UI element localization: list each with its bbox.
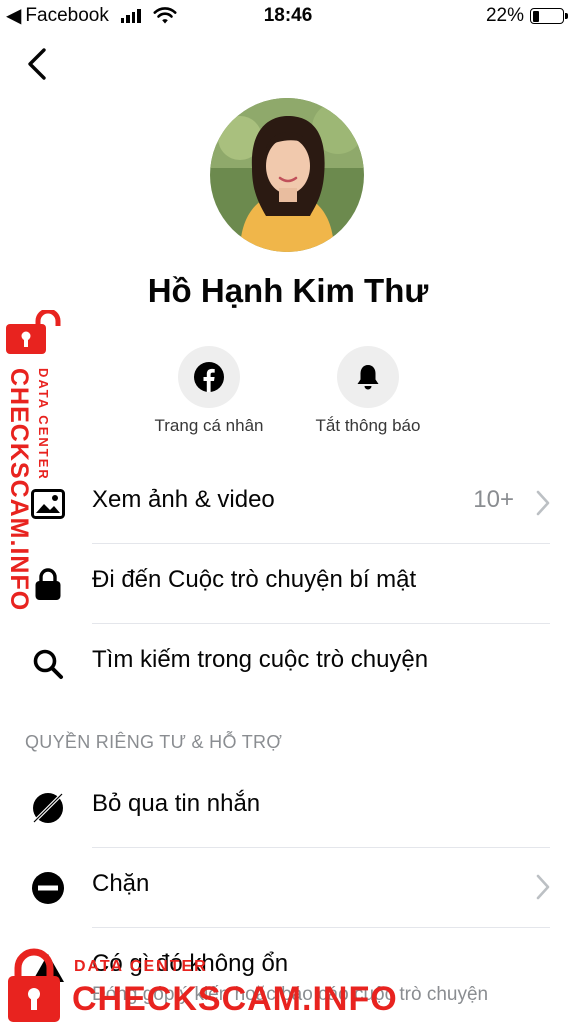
chevron-left-icon (28, 48, 46, 80)
facebook-icon (194, 362, 224, 392)
bell-icon (357, 365, 379, 390)
search-icon (30, 646, 66, 682)
watermark-lock-icon (8, 948, 60, 1022)
watermark-bottom-tagline: DATA CENTER (74, 958, 208, 975)
battery-icon (530, 8, 568, 24)
mute-notifications-label: Tắt thông báo (315, 416, 421, 435)
ignore-messages-row[interactable]: Bỏ qua tin nhắn (0, 768, 576, 848)
ignore-messages-label: Bỏ qua tin nhắn (92, 790, 261, 817)
watermark-bottom-brand: CHECKSCAM.INFO (72, 980, 398, 1018)
block-label: Chặn (92, 870, 150, 897)
block-icon (30, 870, 66, 906)
avatar[interactable] (210, 98, 364, 252)
mute-notifications-circle (337, 346, 399, 408)
search-conversation-label: Tìm kiếm trong cuộc trò chuyện (92, 646, 429, 673)
back-button[interactable] (22, 44, 54, 84)
battery-percent: 22% (485, 5, 524, 26)
block-row[interactable]: Chặn (0, 848, 576, 928)
profile-button-label: Trang cá nhân (154, 416, 264, 435)
profile-button-circle (178, 346, 240, 408)
profile-button[interactable]: Trang cá nhân (129, 346, 289, 436)
watermark-lock-icon (6, 310, 61, 354)
profile-name: Hồ Hạnh Kim Thư (147, 272, 429, 309)
view-media-label: Xem ảnh & video (92, 486, 275, 513)
privacy-section-header: QUYỀN RIÊNG TƯ & HỖ TRỢ (25, 732, 283, 752)
mute-notifications-button[interactable]: Tắt thông báo (288, 346, 448, 436)
chevron-right-icon (536, 490, 550, 516)
ignore-icon (30, 790, 66, 826)
search-conversation-row[interactable]: Tìm kiếm trong cuộc trò chuyện (0, 624, 576, 704)
watermark-tagline: DATA CENTER (36, 368, 51, 481)
watermark-bottom: DATA CENTER CHECKSCAM.INFO (4, 944, 397, 1024)
watermark-brand: CHECKSCAM.INFO (5, 368, 33, 612)
avatar-image (210, 98, 364, 252)
secret-conversation-row[interactable]: Đi đến Cuộc trò chuyện bí mật (0, 544, 576, 624)
secret-conversation-label: Đi đến Cuộc trò chuyện bí mật (92, 566, 417, 593)
watermark-side: CHECKSCAM.INFO DATA CENTER (2, 308, 64, 611)
battery-status: 22% (485, 5, 568, 27)
media-count: 10+ (473, 486, 514, 513)
view-media-row[interactable]: Xem ảnh & video 10+ (0, 464, 576, 544)
status-bar: ◀ Facebook 18:46 22% (0, 0, 576, 32)
chevron-right-icon (536, 874, 550, 900)
